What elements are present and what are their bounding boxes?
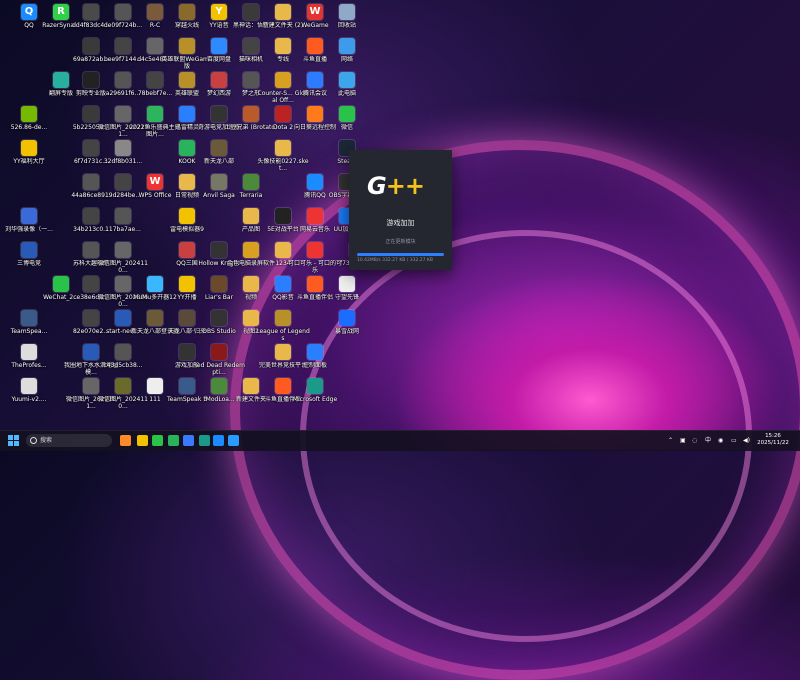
desktop-icon-image [307, 242, 323, 258]
desktop-icon-label: YY福利大厅 [13, 158, 45, 165]
app-icon[interactable] [183, 435, 194, 446]
start-tile-3 [8, 441, 13, 446]
desktop-icon-label: 网络 [340, 56, 353, 63]
desktop-icon-label: 回收站 [337, 22, 356, 29]
desktop-icon-label: 117ba7ae... [105, 226, 141, 233]
gpp-size: 332.27 KB / 332.27 KB [382, 258, 433, 263]
gpp-progress-bar [357, 253, 444, 256]
desktop-icon-image [339, 72, 355, 88]
desktop-icon-label: 微信 [340, 124, 353, 131]
desktop-icon-label: 暴雪战网 [334, 328, 359, 335]
taskbar-clock[interactable]: 15:26 2025/11/22 [756, 433, 790, 447]
desktop-icon-label: 守望先锋 [334, 294, 359, 301]
desktop-icon-image [21, 310, 37, 326]
desktop-icon-label: 控制面板 [302, 362, 327, 369]
desktop-icon-label: 雷电模拟器9 [170, 226, 204, 233]
desktop-icon-image [21, 208, 37, 224]
ime-indicator[interactable]: 中 [705, 435, 711, 447]
desktop-icon-label: Yuumi-v2.... [11, 396, 47, 403]
volume-icon[interactable]: ◀) [743, 435, 750, 447]
start-tile-4 [14, 441, 19, 446]
desktop-icon-image [275, 310, 291, 326]
gpp-speed: 10.42MB/s [357, 258, 381, 263]
desktop-icon-label: 头像技能0227.sket... [257, 158, 309, 172]
desktop-icon-image [21, 378, 37, 394]
desktop-icon-label: 新天龙八部 [203, 158, 234, 165]
desktop-icon-image [275, 140, 291, 156]
network-icon[interactable]: ▭ [731, 435, 737, 447]
desktop-icon-image [339, 276, 355, 292]
desktop-icon-label: TheProfes... [11, 362, 47, 369]
desktop-icon-image [211, 344, 227, 360]
desktop-icon-label: 刘华强录像（一... [5, 226, 53, 233]
desktop-icon-image [307, 344, 323, 360]
desktop-icon-image [21, 140, 37, 156]
gpp-bytes: 10.42MB/s 332.27 KB / 332.27 KB [357, 258, 444, 263]
desktop-icon-image [115, 242, 131, 258]
search-placeholder: 搜索 [40, 437, 53, 444]
desktop-icon-label: 此电脑 [337, 90, 356, 97]
desktop-icon-label: Microsoft Edge [292, 396, 338, 403]
desktop-icon-image [21, 242, 37, 258]
start-tile-2 [14, 435, 19, 440]
wechat-icon[interactable] [152, 435, 163, 446]
tray-app2-icon[interactable]: ◌ [692, 435, 697, 447]
game-plus-plus-updater-window[interactable]: G++ 游戏加加 正在更新模块 10.42MB/s 332.27 KB / 33… [349, 150, 452, 270]
gpp-title: 游戏加加 [386, 219, 415, 227]
desktop-icon-label: 三博电竞 [16, 260, 41, 267]
start-tile-1 [8, 435, 13, 440]
taskbar: 搜索 ⌃ ▣ ◌ 中 ◉ ▭ ◀) 15:26 2025/11/22 [0, 430, 800, 451]
tray-app3-icon[interactable]: ◉ [718, 435, 723, 447]
desktop-icon-label: 32df8b031... [103, 158, 143, 165]
desktop-icon-image [339, 38, 355, 54]
desktop-icon-label: Terraria [239, 192, 263, 199]
desktop-icon-label: 526.86-de... [10, 124, 48, 131]
game-icon[interactable] [120, 435, 131, 446]
desktop-icon-label: Red Dead Redempti... [193, 362, 245, 376]
desktop-icon-image [21, 106, 37, 122]
desktop-icon-label: TeamSpea... [10, 328, 48, 335]
desktop-icon-image [115, 140, 131, 156]
desktop-icon-image [115, 344, 131, 360]
desktop-icon[interactable]: YY福利大厅 [2, 140, 56, 186]
desktop-icon-image [211, 140, 227, 156]
desktop-icon-label: 微信图片_2024110... [98, 260, 148, 274]
desktop-icon-label: c43d5cb38... [103, 362, 143, 369]
clock-date: 2025/11/22 [757, 440, 789, 446]
desktop-icon-image [307, 378, 323, 394]
tray-app-icon[interactable]: ▣ [680, 435, 686, 447]
desktop-icon[interactable]: Yuumi-v2.... [2, 378, 56, 424]
taskbar-search[interactable]: 搜索 [26, 434, 112, 447]
chevron-up-icon[interactable]: ⌃ [668, 435, 673, 447]
desktop-icon-image [115, 208, 131, 224]
edge-icon[interactable] [199, 435, 210, 446]
clock-time: 15:26 [765, 433, 781, 439]
file-explorer-icon[interactable] [137, 435, 148, 446]
desktop-icon-image [179, 208, 195, 224]
desktop-icon-image [21, 344, 37, 360]
desktop-icon-image [339, 310, 355, 326]
desktop-icon-image [339, 106, 355, 122]
gpp-status: 正在更新模块 [385, 239, 416, 245]
start-button[interactable] [8, 435, 20, 447]
desktop-icon-label: League of Legends [256, 328, 310, 342]
gpp-logo: G++ [367, 172, 425, 200]
search-icon [30, 437, 37, 444]
app2-icon[interactable] [228, 435, 239, 446]
gpp-progress-fill [357, 253, 444, 256]
browser-icon[interactable] [168, 435, 179, 446]
desktop-icon[interactable]: Microsoft Edge [288, 378, 342, 424]
desktop-icon-image [243, 174, 259, 190]
desktop-icon-image [339, 4, 355, 20]
gpp-icon[interactable] [213, 435, 224, 446]
